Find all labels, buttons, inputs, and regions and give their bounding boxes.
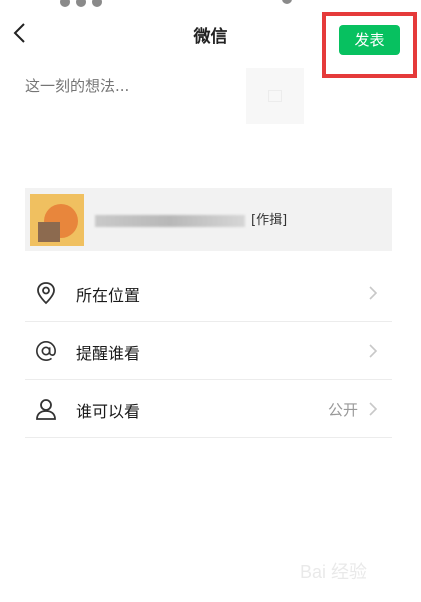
menu-item-mention[interactable]: 提醒谁看: [25, 322, 392, 380]
menu-item-label: 谁可以看: [76, 402, 141, 421]
top-nav: 微信 发表: [0, 8, 421, 78]
publish-button[interactable]: 发表: [339, 25, 400, 55]
status-bar: [0, 0, 421, 8]
at-sign-icon: [36, 341, 56, 361]
person-icon: [36, 399, 56, 420]
options-list: 所在位置 提醒谁看 谁可以看 公开: [25, 264, 392, 438]
media-placeholder: [246, 68, 304, 124]
image-icon: [268, 90, 282, 102]
watermark: Bai 经验: [300, 548, 410, 588]
menu-item-location[interactable]: 所在位置: [25, 264, 392, 322]
shared-link-card[interactable]: [作揖]: [25, 188, 392, 251]
visibility-value: 公开: [327, 401, 358, 419]
share-title-suffix: [作揖]: [251, 213, 288, 228]
watermark-text: Bai 经验: [300, 562, 368, 582]
menu-item-visibility[interactable]: 谁可以看 公开: [25, 380, 392, 438]
chevron-right-icon: [369, 344, 378, 358]
menu-item-label: 提醒谁看: [76, 344, 141, 363]
chevron-right-icon: [369, 286, 378, 300]
share-title: [作揖]: [95, 209, 287, 228]
menu-item-label: 所在位置: [76, 286, 141, 305]
chevron-right-icon: [369, 402, 378, 416]
share-thumbnail: [30, 194, 84, 246]
location-pin-icon: [37, 282, 55, 305]
status-indicator: [282, 0, 292, 4]
blurred-text: [95, 214, 245, 227]
status-icons: [60, 0, 160, 7]
